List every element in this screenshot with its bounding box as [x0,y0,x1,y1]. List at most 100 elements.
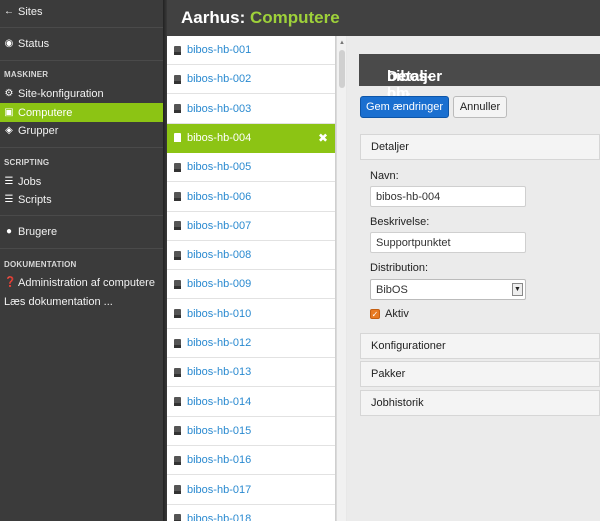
computer-icon [174,514,182,521]
name-field[interactable]: bibos-hb-004 [370,186,526,207]
section-details-toggle[interactable]: Detaljer [360,134,600,160]
list-item[interactable]: bibos-hb-015 [167,417,335,446]
distribution-label: Distribution: [370,262,429,274]
details-header: Detaljer om bibos-hb-004 [359,54,600,119]
sidebar-item-label: Administration af computere [18,276,155,289]
gear-icon: ⚙ [4,88,14,99]
sidebar-item-documentation-link[interactable]: Læs dokumentation ... [0,292,163,311]
computer-icon [174,133,182,143]
sidebar-item-computere[interactable]: ▣ Computere [0,103,163,122]
sidebar-item-status[interactable]: ◉ Status [0,34,163,53]
sidebar-item-label: Jobs [18,175,42,188]
list-item[interactable]: bibos-hb-004 ✖ [167,123,335,153]
sidebar-item-sites[interactable]: ← Sites [0,2,163,21]
list-item[interactable]: bibos-hb-010 [167,300,335,329]
computer-icon [174,45,182,55]
computer-name: bibos-hb-001 [187,44,252,56]
description-field[interactable]: Supportpunktet [370,232,526,253]
chevron-down-icon: ▼ [512,283,523,296]
computer-name: bibos-hb-015 [187,424,252,437]
computer-name: bibos-hb-009 [187,278,252,291]
list-icon: ☰ [4,194,14,205]
eye-icon: ◉ [4,38,14,49]
list-scrollbar[interactable]: ▲ [336,36,346,521]
sidebar-item-scripts[interactable]: ☰ Scripts [0,190,163,209]
site-name: Aarhus: [181,8,246,27]
list-item[interactable]: bibos-hb-003 [167,95,335,124]
list-item[interactable]: bibos-hb-012 [167,329,335,358]
sidebar-item-brugere[interactable]: ● Brugere [0,222,163,241]
close-icon[interactable]: ✖ [318,131,328,145]
computer-icon [174,485,182,494]
list-item[interactable]: bibos-hb-009 [167,270,335,300]
computer-icon [174,250,182,260]
sidebar-item-label: Status [18,37,50,50]
computer-icon [174,397,182,407]
sidebar-item-administration[interactable]: ❓ Administration af computere [0,273,163,292]
list-item[interactable]: bibos-hb-002 [167,65,335,95]
computer-icon [174,279,182,289]
list-item[interactable]: bibos-hb-016 [167,446,335,476]
tag-icon: ◈ [5,125,13,136]
computer-icon [174,338,182,348]
computer-name: bibos-hb-016 [187,454,252,467]
distribution-value: BibOS [376,283,408,296]
active-checkbox-row[interactable]: ✓ Aktiv [370,308,409,320]
sidebar-item-jobs[interactable]: ☰ Jobs [0,172,163,191]
computer-icon [174,162,182,172]
section-heading-scripting: SCRIPTING [4,158,50,167]
computer-name: bibos-hb-018 [187,512,252,521]
arrow-left-icon: ← [4,6,14,17]
section-heading-maskiner: MASKINER [4,70,49,79]
list-item[interactable]: bibos-hb-013 [167,358,335,388]
computer-icon [174,192,182,201]
list-item[interactable]: bibos-hb-017 [167,476,335,505]
computer-name: bibos-hb-012 [187,337,252,349]
scrollbar-thumb[interactable] [339,50,345,88]
list-item[interactable]: bibos-hb-008 [167,241,335,271]
computer-name: bibos-hb-010 [187,307,252,320]
computer-name: bibos-hb-003 [187,102,252,115]
save-button[interactable]: Gem ændringer [360,96,449,118]
computer-icon [174,74,182,84]
sidebar-item-site-konfiguration[interactable]: ⚙ Site-konfiguration [0,84,163,103]
list-item[interactable]: bibos-hb-018 [167,505,335,521]
computer-name: bibos-hb-004 [187,131,252,144]
sidebar-item-label: Brugere [18,225,58,238]
list-item[interactable]: bibos-hb-001 [167,36,335,65]
computer-name: bibos-hb-013 [187,366,252,379]
sidebar-item-label: Grupper [18,124,59,137]
section-jobhistory-toggle[interactable]: Jobhistorik [360,390,600,416]
computer-name: bibos-hb-007 [187,219,252,232]
details-form: Navn: bibos-hb-004 Beskrivelse: Supportp… [360,162,600,332]
question-icon: ❓ [4,277,17,288]
list-item[interactable]: bibos-hb-007 [167,212,335,241]
description-label: Beskrivelse: [370,216,430,228]
page-name: Computere [249,8,340,27]
section-config-toggle[interactable]: Konfigurationer [360,333,600,359]
list-item[interactable]: bibos-hb-006 [167,183,335,212]
list-item[interactable]: bibos-hb-005 [167,153,335,183]
sidebar-item-grupper[interactable]: ◈ Grupper [0,121,163,140]
section-packages-toggle[interactable]: Pakker [360,361,600,387]
active-checkbox[interactable]: ✓ [370,309,380,319]
list-item[interactable]: bibos-hb-014 [167,388,335,417]
sidebar-item-label: Computere [18,106,73,119]
list-icon: ☰ [4,176,14,187]
distribution-select[interactable]: BibOS ▼ [370,279,526,300]
divider [0,248,165,249]
divider [0,147,165,148]
scroll-up-icon[interactable]: ▲ [339,40,345,46]
sidebar-item-label: Site-konfiguration [18,87,104,100]
sidebar: ← Sites ◉ Status MASKINER ⚙ Site-konfigu… [0,0,165,521]
sidebar-item-label: Sites [18,5,43,18]
page-title: Aarhus: Computere [181,8,340,28]
name-label: Navn: [370,170,399,182]
divider [0,27,165,28]
monitor-icon: ▣ [4,107,14,118]
cancel-button[interactable]: Annuller [453,96,507,118]
divider [0,215,165,216]
divider [0,60,165,61]
computer-icon [174,455,182,465]
computer-list: bibos-hb-001 bibos-hb-002 bibos-hb-003 bibo… [167,36,336,521]
